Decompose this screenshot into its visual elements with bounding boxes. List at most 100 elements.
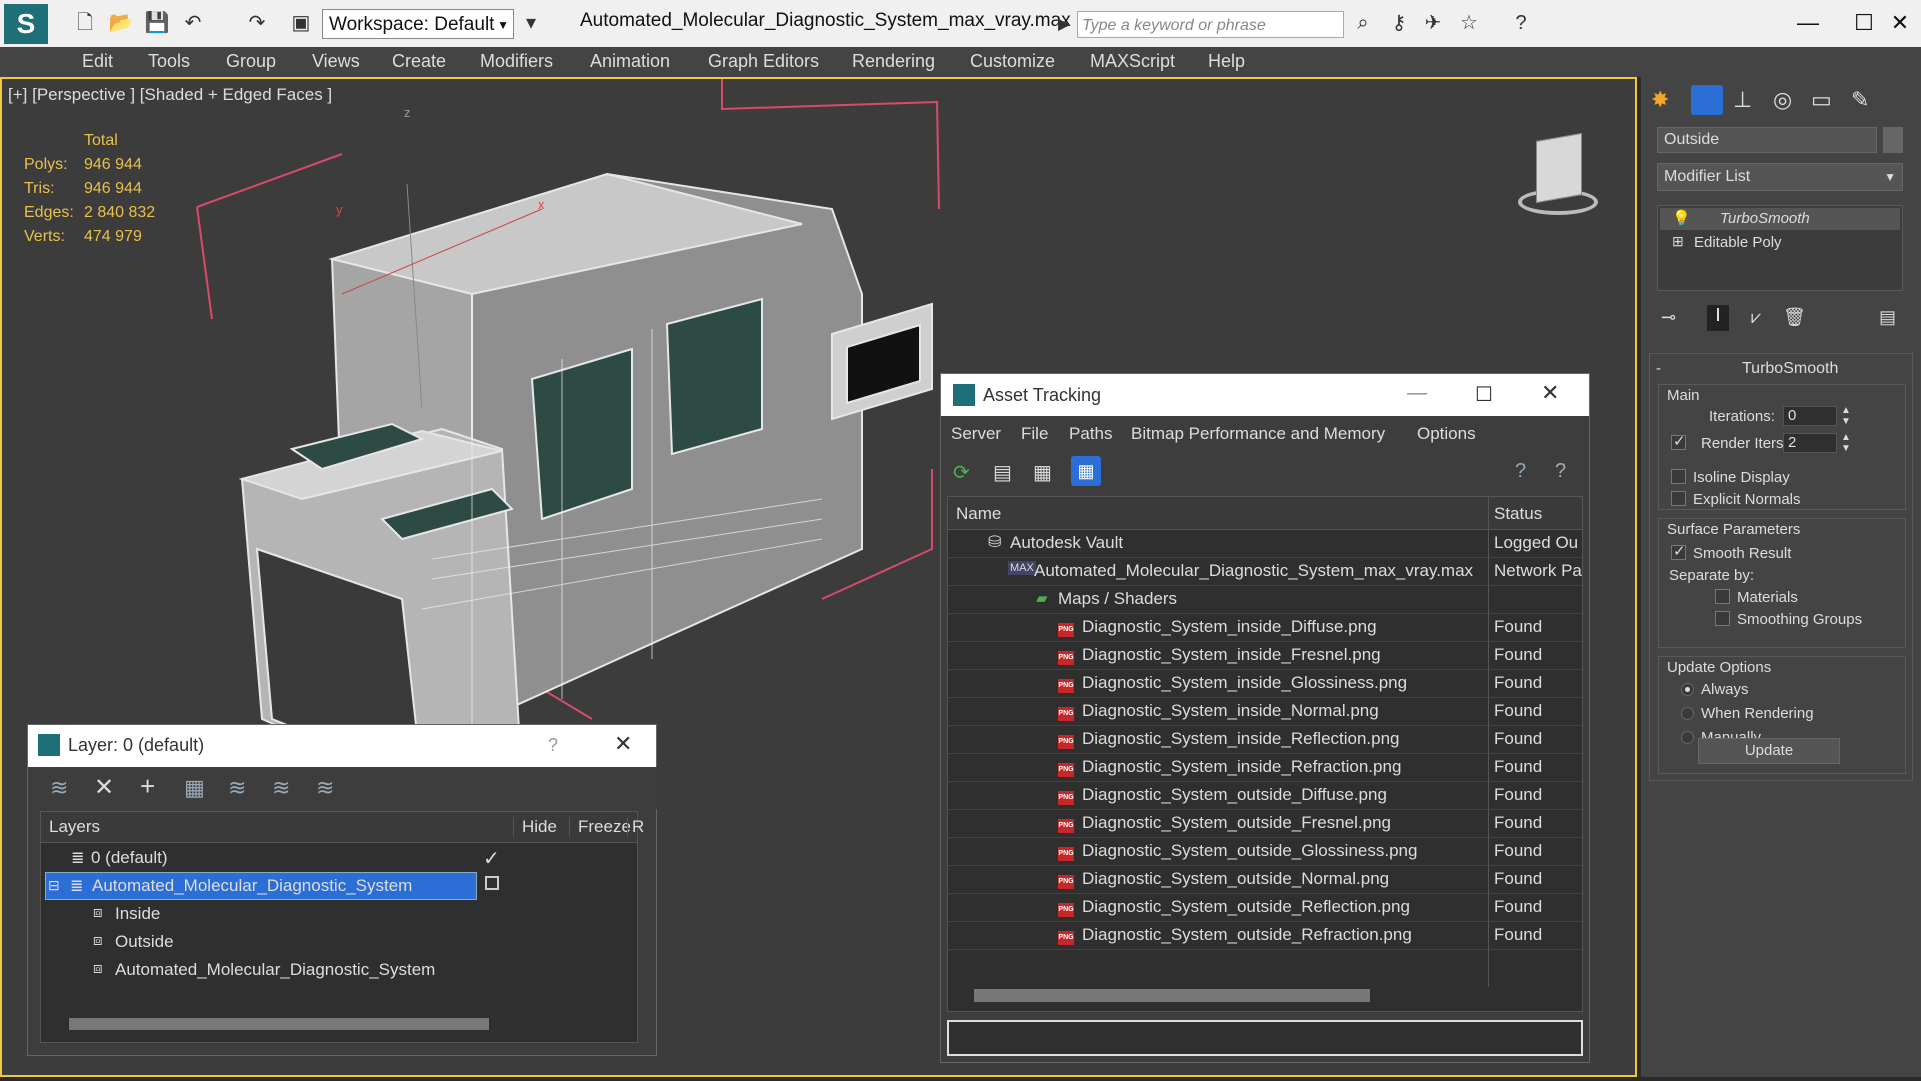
workspace-dropdown[interactable]: Workspace: Default ▼ [322, 9, 514, 39]
col-freeze[interactable]: Freeze [569, 817, 631, 837]
maximize-icon[interactable]: ☐ [1475, 382, 1493, 407]
table-row[interactable]: ≣ 0 (default) ✓ [41, 844, 637, 872]
delete-layer-icon[interactable]: ✕ [94, 773, 114, 802]
menu-server[interactable]: Server [951, 424, 1001, 444]
close-icon[interactable]: ✕ [1880, 6, 1920, 40]
close-icon[interactable]: ✕ [1541, 380, 1559, 406]
table-row-selected[interactable]: ⊟ ≣ Automated_Molecular_Diagnostic_Syste… [45, 872, 477, 900]
menu-file[interactable]: File [1021, 424, 1048, 444]
menu-tools[interactable]: Tools [148, 51, 190, 72]
vault-help-icon[interactable]: ? [1515, 460, 1526, 483]
iterations-spinner[interactable]: 0 [1783, 406, 1837, 426]
asset-window-titlebar[interactable]: Asset Tracking — ☐ ✕ [941, 374, 1589, 416]
close-icon[interactable]: ✕ [614, 731, 632, 757]
modifier-list-dropdown[interactable]: Modifier List ▼ [1657, 163, 1903, 191]
table-row[interactable]: PNG Diagnostic_System_inside_Normal.png Fo… [948, 697, 1582, 726]
menu-maxscript[interactable]: MAXScript [1090, 51, 1175, 72]
object-color-swatch[interactable] [1883, 127, 1903, 153]
table-view-icon[interactable]: ▦ [1071, 456, 1101, 486]
help-icon[interactable]: ? [1555, 460, 1566, 483]
path-field[interactable] [947, 1020, 1583, 1056]
list-view-icon[interactable]: ▤ [993, 460, 1012, 485]
table-row[interactable]: PNG Diagnostic_System_outside_Fresnel.png… [948, 809, 1582, 838]
table-row[interactable]: PNG Diagnostic_System_outside_Normal.png F… [948, 865, 1582, 894]
menu-edit[interactable]: Edit [82, 51, 113, 72]
refresh-icon[interactable]: ⟳ [953, 460, 970, 485]
table-row[interactable]: ⧈ Outside [41, 928, 637, 956]
rollout-collapse-icon[interactable]: - [1656, 360, 1661, 377]
col-hide[interactable]: Hide [513, 817, 557, 837]
table-row[interactable]: ⧈ Automated_Molecular_Diagnostic_System [41, 956, 637, 984]
table-row[interactable]: MAX Automated_Molecular_Diagnostic_System… [948, 557, 1582, 586]
menu-customize[interactable]: Customize [970, 51, 1055, 72]
collapse-minus-icon[interactable]: ⊟ [48, 877, 60, 894]
menu-graph-editors[interactable]: Graph Editors [708, 51, 819, 72]
hierarchy-tab-icon[interactable]: ⊥ [1733, 87, 1752, 113]
menu-paths[interactable]: Paths [1069, 424, 1112, 444]
horizontal-scrollbar[interactable] [69, 1018, 489, 1030]
table-row[interactable]: PNG Diagnostic_System_inside_Refraction.p… [948, 753, 1582, 782]
menu-animation[interactable]: Animation [590, 51, 670, 72]
pin-stack-icon[interactable]: ⊸ [1661, 307, 1676, 328]
table-row[interactable]: PNG Diagnostic_System_inside_Fresnel.png F… [948, 641, 1582, 670]
highlight-layer-icon[interactable]: ≋ [228, 775, 246, 801]
when-rendering-radio[interactable] [1681, 707, 1694, 720]
table-row[interactable]: ▰ Maps / Shaders [948, 585, 1582, 614]
horizontal-scrollbar[interactable] [974, 989, 1370, 1002]
table-row[interactable]: PNG Diagnostic_System_outside_Glossiness.… [948, 837, 1582, 866]
stack-item-turbosmooth[interactable]: 💡 TurboSmooth [1660, 208, 1900, 230]
freeze-all-icon[interactable]: ≋ [316, 775, 334, 801]
app-logo-icon[interactable]: S [4, 4, 48, 44]
help-button[interactable]: ? [548, 735, 558, 756]
new-file-icon[interactable]: 🗋 [72, 10, 98, 36]
layer-select-box-icon[interactable] [485, 876, 499, 890]
spinner-arrows-icon[interactable]: ▲ ▼ [1841, 432, 1851, 454]
configure-modifier-sets-icon[interactable]: ▤ [1879, 307, 1896, 328]
menu-options[interactable]: Options [1417, 424, 1476, 444]
binoculars-icon[interactable]: ⌕ [1350, 10, 1376, 36]
modify-tab-icon[interactable] [1691, 85, 1723, 115]
minimize-icon[interactable]: — [1407, 382, 1427, 405]
render-iters-checkbox[interactable] [1671, 432, 1686, 450]
table-row[interactable]: PNG Diagnostic_System_inside_Diffuse.png F… [948, 613, 1582, 642]
remove-modifier-icon[interactable]: 🗑 [1783, 307, 1806, 328]
col-name[interactable]: Name [956, 504, 1001, 524]
motion-tab-icon[interactable]: ◎ [1773, 87, 1792, 113]
menu-bitmap-performance[interactable]: Bitmap Performance and Memory [1131, 424, 1385, 444]
menu-create[interactable]: Create [392, 51, 446, 72]
object-name-field[interactable]: Outside [1657, 127, 1877, 153]
table-row[interactable]: ⛁ Autodesk Vault Logged Ou [948, 529, 1582, 558]
menu-group[interactable]: Group [226, 51, 276, 72]
hide-all-icon[interactable]: ≋ [272, 775, 290, 801]
col-status[interactable]: Status [1494, 504, 1542, 524]
project-folder-icon[interactable]: ▣ [288, 10, 314, 36]
undo-icon[interactable]: ↶ [180, 10, 206, 36]
open-file-icon[interactable]: 📂 [108, 10, 134, 36]
menu-views[interactable]: Views [312, 51, 360, 72]
communication-icon[interactable]: ✈ [1420, 10, 1446, 36]
lightbulb-icon[interactable]: 💡 [1672, 209, 1691, 227]
isoline-checkbox[interactable] [1671, 469, 1686, 484]
search-input[interactable]: Type a keyword or phrase [1077, 11, 1344, 38]
table-row[interactable]: PNG Diagnostic_System_inside_Glossiness.p… [948, 669, 1582, 698]
table-row[interactable]: ⧈ Inside [41, 900, 637, 928]
menu-help[interactable]: Help [1208, 51, 1245, 72]
select-objects-icon[interactable]: ▦ [184, 775, 205, 801]
show-end-result-icon[interactable]: I [1707, 305, 1729, 331]
layer-window-titlebar[interactable]: Layer: 0 (default) ? ✕ [28, 725, 656, 767]
table-row[interactable]: PNG Diagnostic_System_outside_Diffuse.png… [948, 781, 1582, 810]
minimize-icon[interactable]: — [1780, 6, 1836, 40]
table-row[interactable]: PNG Diagnostic_System_inside_Reflection.p… [948, 725, 1582, 754]
utilities-tab-icon[interactable]: ✎ [1851, 87, 1869, 113]
redo-icon[interactable]: ↷ [244, 10, 270, 36]
current-layer-check-icon[interactable]: ✓ [483, 846, 500, 871]
menu-modifiers[interactable]: Modifiers [480, 51, 553, 72]
expand-plus-icon[interactable]: ⊞ [1672, 233, 1684, 250]
materials-checkbox[interactable] [1715, 589, 1730, 604]
search-expand-icon[interactable]: ▶ [1058, 14, 1070, 34]
key-icon[interactable]: ⚷ [1386, 10, 1412, 36]
stack-item-editable-poly[interactable]: ⊞ Editable Poly [1660, 232, 1900, 254]
table-row[interactable]: PNG Diagnostic_System_outside_Reflection.… [948, 893, 1582, 922]
smooth-result-checkbox[interactable] [1671, 542, 1686, 560]
add-to-layer-icon[interactable]: + [140, 771, 155, 802]
